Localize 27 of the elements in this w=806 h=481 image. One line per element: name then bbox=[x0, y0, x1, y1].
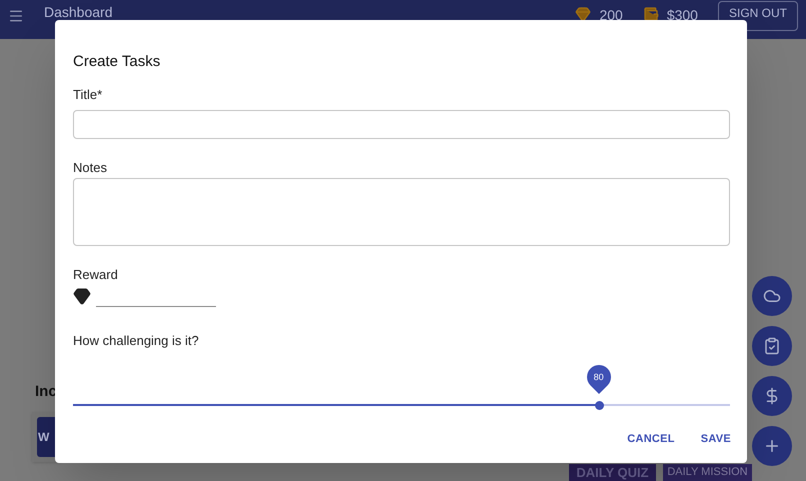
gem-icon bbox=[73, 287, 91, 305]
menu-icon[interactable] bbox=[8, 8, 24, 24]
field-label: Notes bbox=[73, 161, 107, 174]
wallet-icon bbox=[642, 6, 659, 22]
slider-label: How challenging is it? bbox=[73, 334, 199, 347]
card-button[interactable]: W bbox=[37, 417, 57, 457]
floating-action-button[interactable] bbox=[752, 426, 792, 466]
floating-action-button[interactable] bbox=[752, 276, 792, 316]
money-amount: $300 bbox=[666, 8, 698, 22]
notes-input[interactable] bbox=[73, 178, 730, 246]
field-label: Title* bbox=[73, 88, 102, 101]
field-label: Reward bbox=[73, 268, 118, 281]
value-label: 80 bbox=[592, 371, 605, 384]
section-title: Inc bbox=[35, 384, 57, 399]
dialog-action-button[interactable]: SAVE bbox=[692, 427, 739, 451]
dialog-title: Create Tasks bbox=[73, 54, 162, 69]
app-title: Dashboard bbox=[44, 5, 112, 19]
cloud-icon bbox=[763, 287, 781, 305]
daily-tab[interactable]: DAILY MISSION bbox=[663, 464, 752, 481]
floating-action-button[interactable] bbox=[752, 376, 792, 416]
dialog-action-button[interactable]: CANCEL bbox=[619, 427, 683, 451]
gem-count: 200 bbox=[599, 8, 623, 22]
plus-icon bbox=[763, 437, 781, 455]
floating-action-button[interactable] bbox=[752, 326, 792, 366]
clipboard-check-icon bbox=[763, 337, 781, 355]
slider-thumb[interactable] bbox=[594, 401, 604, 410]
title-input[interactable] bbox=[73, 110, 730, 139]
